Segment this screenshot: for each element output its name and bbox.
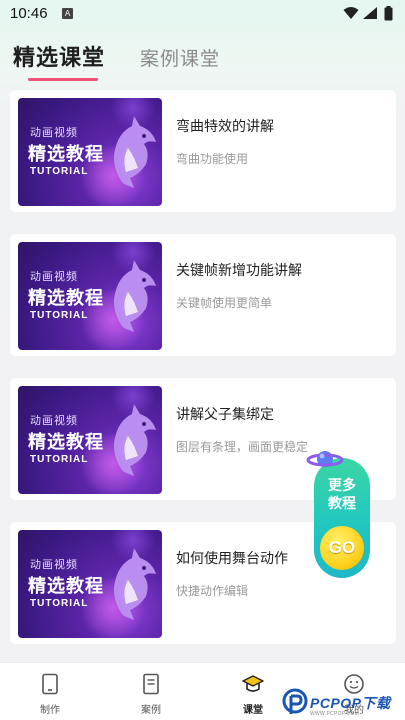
dolphin-icon (114, 260, 156, 332)
status-time: 10:46 (10, 5, 48, 22)
pcpop-logo-icon (282, 688, 308, 714)
nav-item-make[interactable]: 制作 (10, 663, 90, 720)
more-tutorials-button[interactable]: 更多 教程 GO (314, 458, 370, 578)
course-description: 快捷动作编辑 (176, 584, 249, 598)
tab-featured-class[interactable]: 精选课堂 (13, 40, 105, 72)
thumbnail-subtitle: 动画视频 (30, 270, 78, 283)
thumbnail-title: 精选教程 (28, 144, 104, 165)
thumbnail-english: TUTORIAL (30, 310, 89, 321)
thumbnail-title: 精选教程 (28, 288, 104, 309)
planet-icon (306, 451, 344, 467)
nav-label: 案例 (141, 705, 161, 716)
watermark: PCPOP下载 WWW.PCPOP.COM (282, 686, 405, 720)
course-title: 弯曲特效的讲解 (176, 119, 274, 135)
active-tab-indicator (28, 78, 98, 81)
course-thumbnail: 动画视频 精选教程 TUTORIAL (18, 242, 162, 350)
watermark-subtext: WWW.PCPOP.COM (310, 711, 360, 717)
course-card[interactable]: 动画视频 精选教程 TUTORIAL 弯曲特效的讲解 弯曲功能使用 (10, 90, 396, 212)
signal-icon (363, 7, 377, 19)
course-thumbnail: 动画视频 精选教程 TUTORIAL (18, 386, 162, 494)
thumbnail-title: 精选教程 (28, 432, 104, 453)
thumbnail-english: TUTORIAL (30, 598, 89, 609)
nav-label: 课堂 (243, 705, 263, 716)
document-icon (143, 673, 159, 695)
more-tutorials-line1: 更多 (328, 478, 356, 494)
wifi-icon (343, 7, 359, 19)
nav-label: 制作 (40, 705, 60, 716)
tab-case-class[interactable]: 案例课堂 (140, 44, 220, 71)
course-thumbnail: 动画视频 精选教程 TUTORIAL (18, 530, 162, 638)
thumbnail-subtitle: 动画视频 (30, 558, 78, 571)
course-thumbnail: 动画视频 精选教程 TUTORIAL (18, 98, 162, 206)
course-title: 如何使用舞台动作 (176, 551, 288, 567)
nav-item-classroom[interactable]: 课堂 (213, 663, 293, 720)
course-title: 讲解父子集绑定 (176, 407, 274, 423)
status-bar: 10:46 A (0, 0, 405, 28)
dolphin-icon (114, 548, 156, 620)
course-title: 关键帧新增功能讲解 (176, 263, 302, 279)
more-tutorials-line2: 教程 (328, 496, 356, 512)
battery-icon (384, 6, 393, 21)
thumbnail-subtitle: 动画视频 (30, 126, 78, 139)
thumbnail-subtitle: 动画视频 (30, 414, 78, 427)
thumbnail-title: 精选教程 (28, 576, 104, 597)
dolphin-icon (114, 404, 156, 476)
watermark-text: PCPOP下载 (310, 695, 391, 711)
graduation-cap-icon (242, 675, 264, 692)
course-description: 图层有条理，画面更稳定 (176, 440, 309, 454)
thumbnail-english: TUTORIAL (30, 454, 89, 465)
thumbnail-english: TUTORIAL (30, 166, 89, 177)
nav-item-cases[interactable]: 案例 (111, 663, 191, 720)
go-badge: GO (320, 526, 364, 570)
tablet-icon (42, 673, 58, 695)
course-description: 弯曲功能使用 (176, 152, 249, 166)
dolphin-icon (114, 116, 156, 188)
course-card[interactable]: 动画视频 精选教程 TUTORIAL 关键帧新增功能讲解 关键帧使用更简单 (10, 234, 396, 356)
course-description: 关键帧使用更简单 (176, 296, 273, 310)
notification-icon: A (62, 8, 73, 19)
